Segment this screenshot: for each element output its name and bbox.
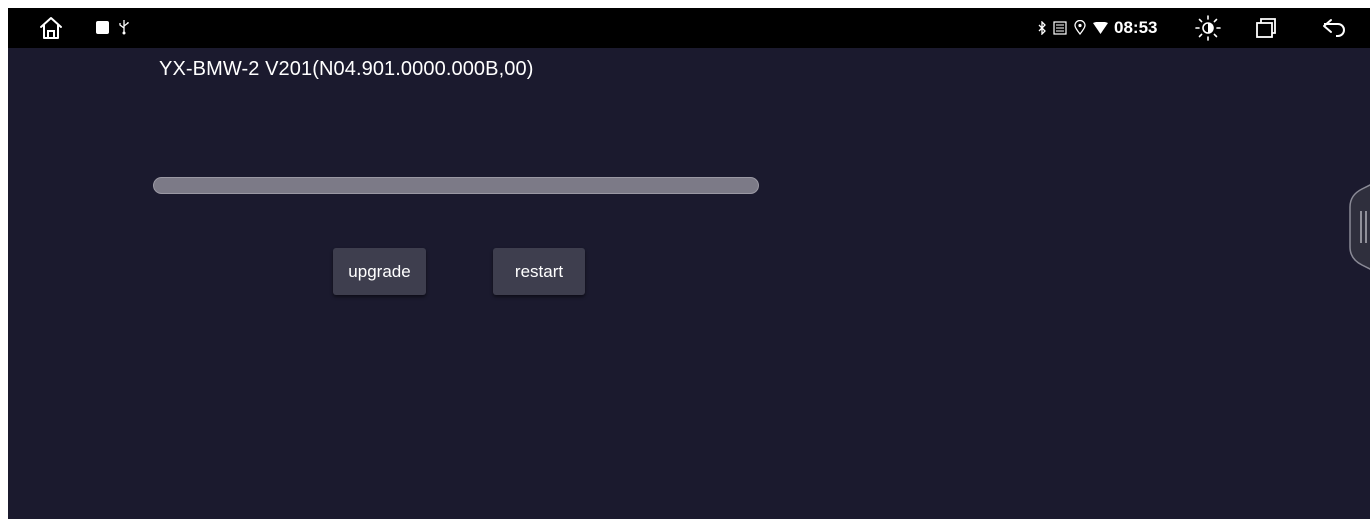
upgrade-button[interactable]: upgrade [333,248,426,295]
side-drawer-handle-icon[interactable] [1348,181,1370,273]
notification-square-icon [96,21,109,34]
usb-icon [119,19,129,35]
upgrade-progress-bar [153,177,759,194]
brightness-icon[interactable] [1194,14,1222,42]
sim-icon [1053,21,1067,35]
status-bar: 08:53 [8,8,1370,48]
back-icon[interactable] [1322,18,1346,38]
version-title: YX-BMW-2 V201(N04.901.0000.000B,00) [159,58,534,80]
wifi-icon [1093,22,1108,34]
app-window: 08:53 YX-BMW-2 V201(N04.901.0000.000B,00… [8,8,1370,519]
recents-icon[interactable] [1255,17,1277,39]
bluetooth-icon [1037,21,1047,35]
restart-button[interactable]: restart [493,248,585,295]
location-icon [1074,20,1086,35]
home-icon[interactable] [38,15,64,41]
status-clock: 08:53 [1114,18,1158,37]
